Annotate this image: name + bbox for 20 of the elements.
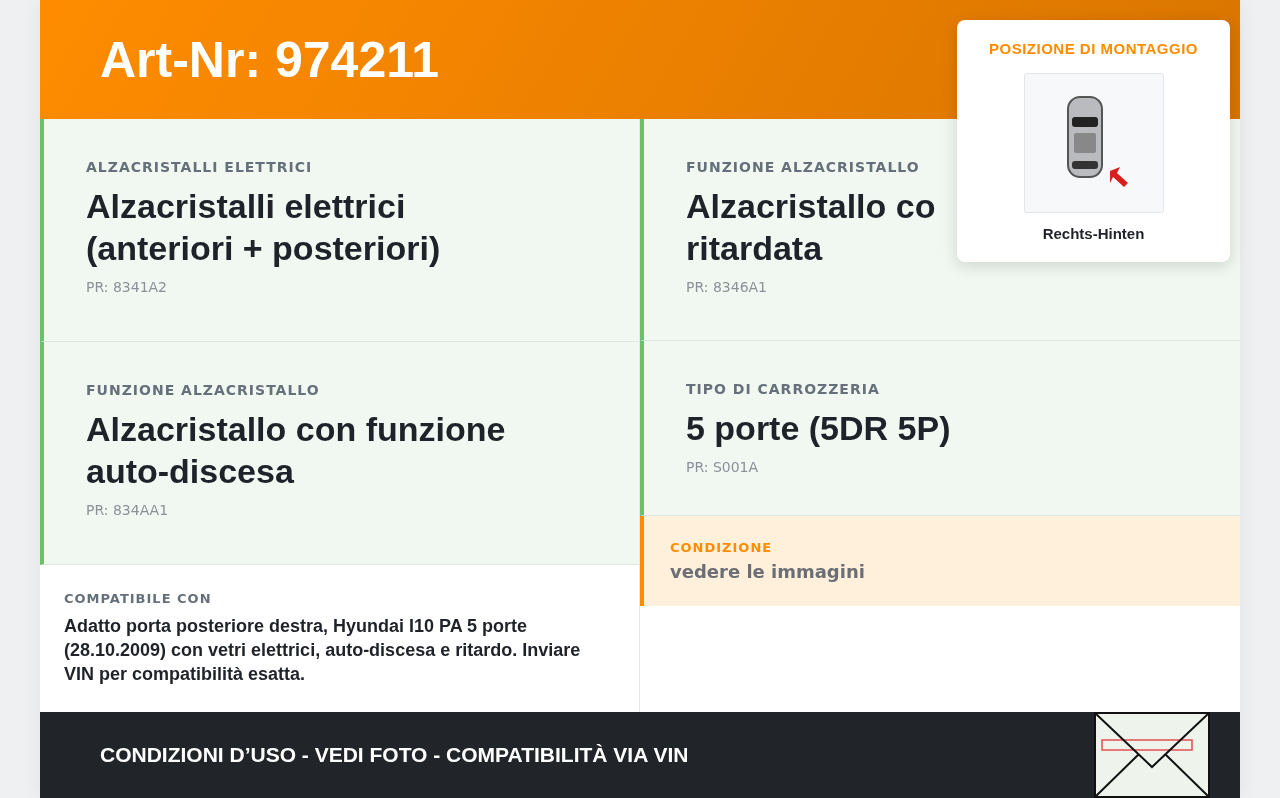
feature-label: FUNZIONE ALZACRISTALLO xyxy=(686,159,921,175)
feature-code: PR: S001A xyxy=(686,459,760,475)
article-number: Art-Nr: 974211 xyxy=(100,30,440,89)
feature-title: Alzacristalli elettrici (anteriori + posteriori) xyxy=(86,186,441,269)
feature-title: 5 porte (5DR 5P) xyxy=(686,408,951,449)
feature-code: PR: 8346A1 xyxy=(686,279,769,295)
mounting-position-heading: POSIZIONE DI MONTAGGIO xyxy=(988,40,1199,57)
feature-code: PR: 8341A2 xyxy=(86,279,169,295)
feature-title: Alzacristallo con funzione auto-discesa xyxy=(86,409,506,492)
compatibility-text: Adatto porta posteriore destra, Hyundai I10 PA 5 porte (28.10.2009) con vetri elettrici, auto-discesa e ritardo. Inviare VIN per compatibilità esatta. xyxy=(64,615,582,686)
condition-value: vedere le immagini xyxy=(670,561,866,582)
feature-title: Alzacristallo co ritardata xyxy=(686,186,936,269)
mounting-position-caption: Rechts-Hinten xyxy=(1042,225,1145,242)
feature-label: FUNZIONE ALZACRISTALLO xyxy=(86,382,321,398)
compatibility-label: COMPATIBILE CON xyxy=(64,591,213,606)
feature-label: ALZACRISTALLI ELETTRICI xyxy=(86,159,314,175)
condition-label: CONDIZIONE xyxy=(670,540,774,555)
footer-text: CONDIZIONI D’USO - VEDI FOTO - COMPATIBILITÀ VIA VIN xyxy=(100,743,689,767)
feature-label: TIPO DI CARROZZERIA xyxy=(686,381,881,397)
feature-code: PR: 834AA1 xyxy=(86,502,170,518)
